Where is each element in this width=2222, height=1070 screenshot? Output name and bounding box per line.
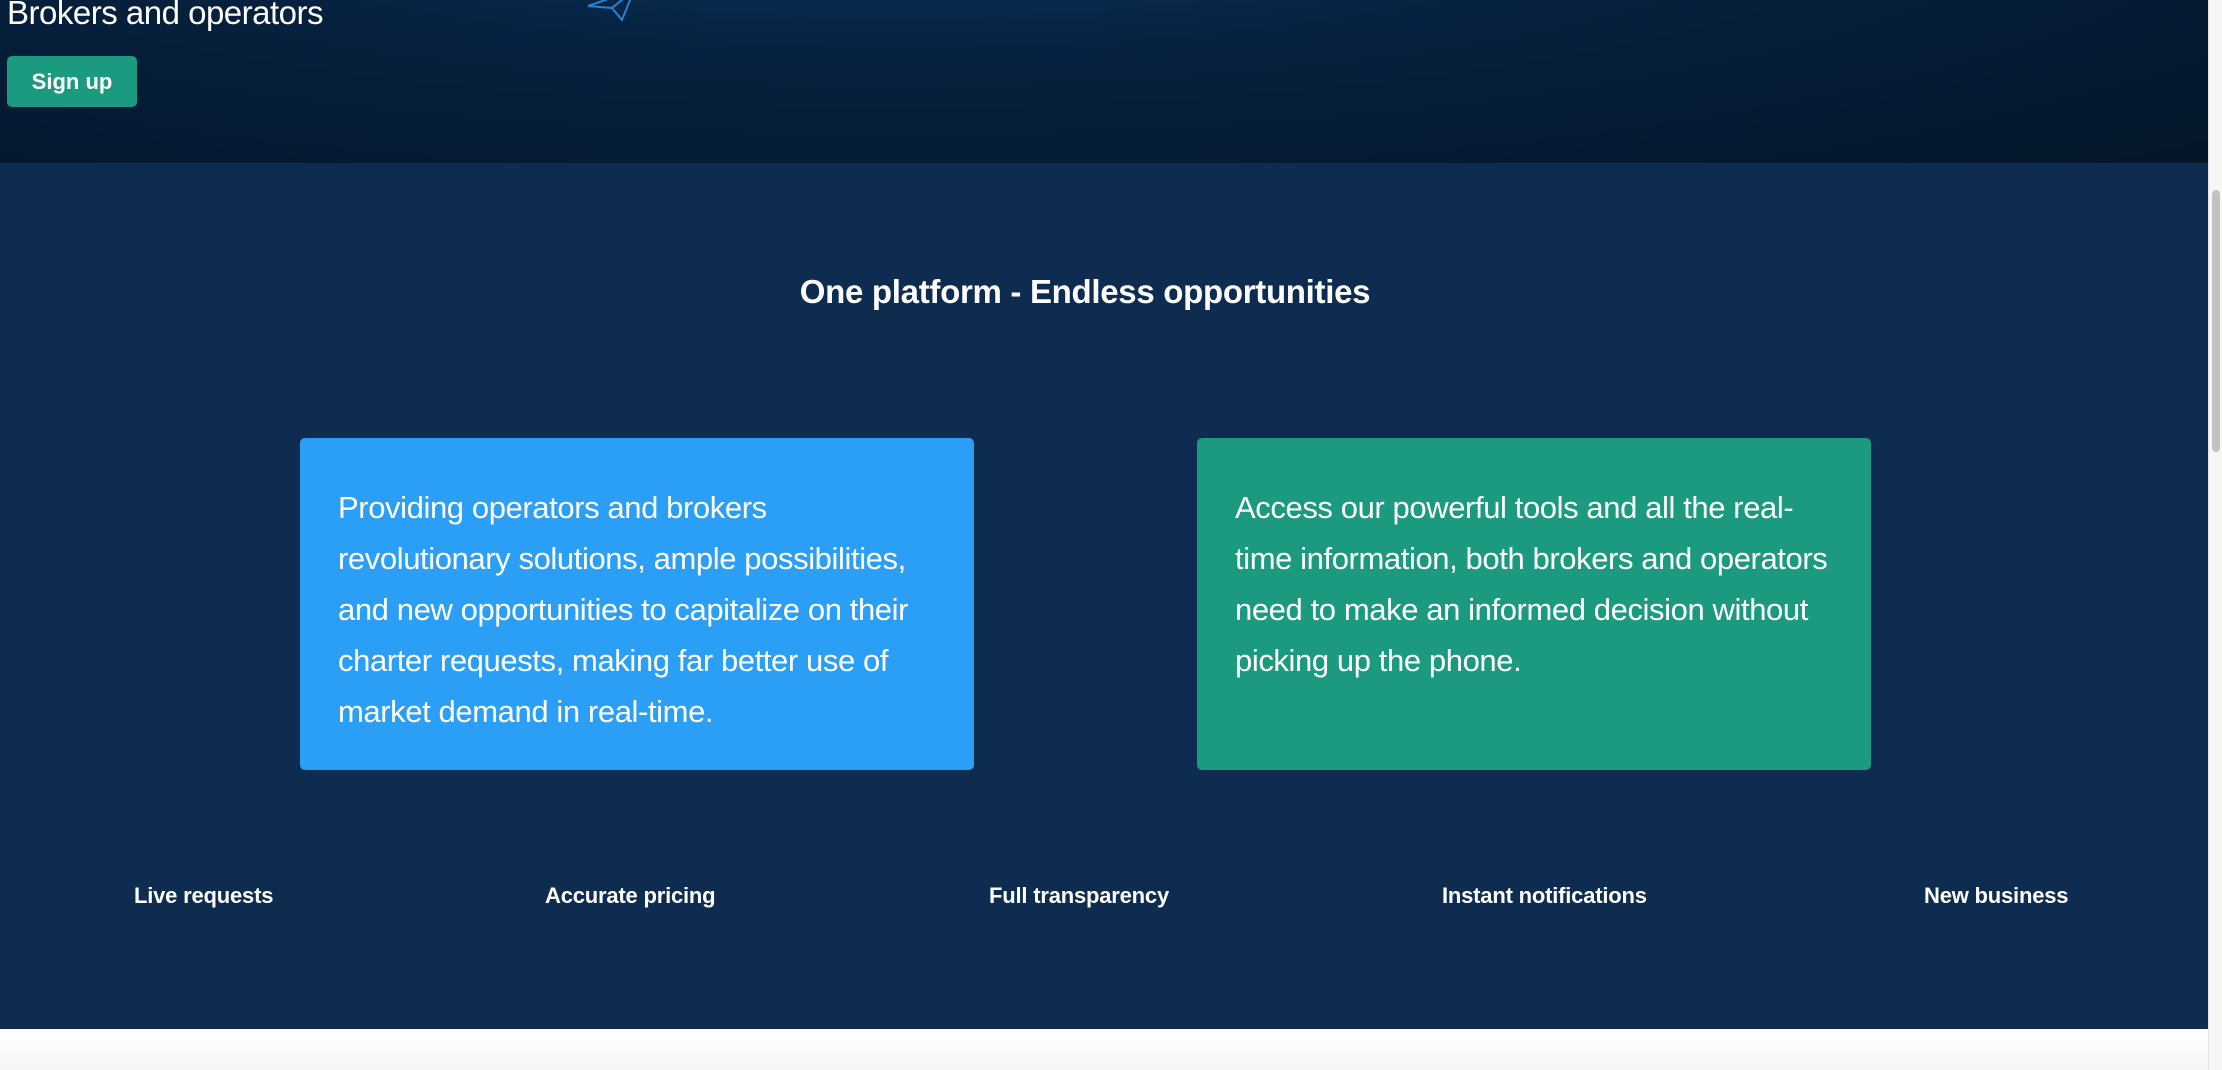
section-title: One platform - Endless opportunities: [799, 273, 1371, 310]
vertical-scrollbar[interactable]: [2208, 0, 2222, 1070]
benefits-row: Live requests Accurate pricing Full tran…: [0, 883, 2208, 923]
feature-card-tools: Access our powerful tools and all the re…: [1197, 438, 1871, 770]
benefit-full-transparency: Full transparency: [989, 883, 1169, 908]
benefit-accurate-pricing: Accurate pricing: [545, 883, 716, 908]
next-section-edge: [0, 1029, 2208, 1070]
feature-card-text: Access our powerful tools and all the re…: [1235, 490, 1828, 678]
page: Brokers and operators Sign up One platfo…: [0, 0, 2222, 1070]
benefit-instant-notifications: Instant notifications: [1442, 883, 1647, 908]
feature-card-text: Providing operators and brokers revoluti…: [338, 490, 909, 729]
paper-plane-icon: [587, 0, 632, 22]
hero-subtitle: Brokers and operators: [7, 0, 324, 31]
signup-button[interactable]: Sign up: [7, 56, 137, 107]
benefit-new-business: New business: [1924, 883, 2069, 908]
benefit-live-requests: Live requests: [134, 883, 274, 908]
feature-card-operators-brokers: Providing operators and brokers revoluti…: [300, 438, 974, 770]
scrollbar-thumb[interactable]: [2212, 190, 2220, 452]
hero-section: Brokers and operators Sign up: [0, 0, 2208, 163]
features-section: One platform - Endless opportunities Pro…: [0, 163, 2208, 1029]
